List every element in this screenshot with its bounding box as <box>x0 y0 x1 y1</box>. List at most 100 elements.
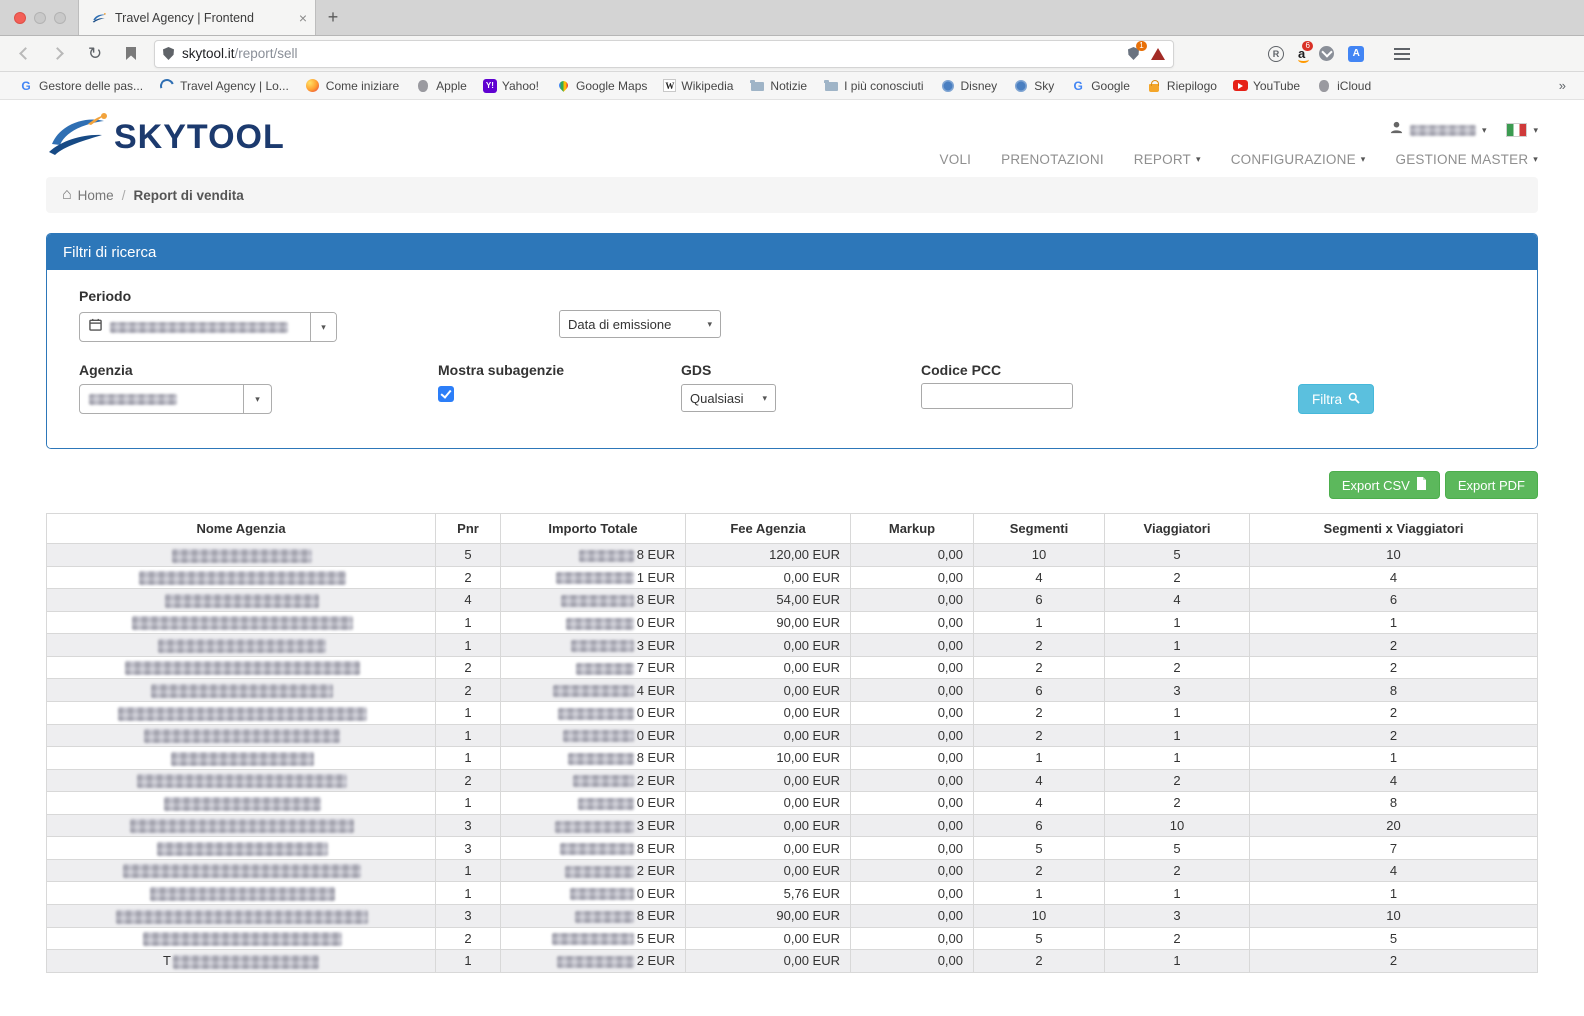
cell-segmenti-x-viaggiatori: 4 <box>1250 566 1538 589</box>
nav-item-report[interactable]: REPORT▾ <box>1134 152 1201 167</box>
codice-pcc-input[interactable] <box>921 383 1073 409</box>
shield-extension-button[interactable]: 1 <box>1128 47 1139 60</box>
redacted-importo <box>553 685 634 697</box>
redacted-agency-name <box>173 955 319 969</box>
nav-item-voli[interactable]: VOLI <box>940 152 972 167</box>
table-row: 2 4 EUR 0,00 EUR 0,00 6 3 8 <box>47 679 1538 702</box>
bookmark-sidebar-button[interactable] <box>118 41 144 67</box>
bookmark-item[interactable]: Gestore delle pas... <box>12 76 149 96</box>
bookmark-item[interactable]: Sky <box>1007 76 1060 96</box>
agenzia-input[interactable] <box>79 384 244 414</box>
export-csv-button[interactable]: Export CSV <box>1329 471 1440 499</box>
cell-importo-totale: 0 EUR <box>501 792 686 815</box>
redacted-importo <box>552 933 634 945</box>
bookmark-favicon-icon <box>749 78 765 94</box>
window-zoom-button[interactable] <box>54 12 66 24</box>
cell-viaggiatori: 2 <box>1105 656 1250 679</box>
cell-nome-agenzia <box>47 566 436 589</box>
nav-item-prenotazioni[interactable]: PRENOTAZIONI <box>1001 152 1104 167</box>
bookmark-item[interactable]: Disney <box>934 76 1004 96</box>
periodo-daterange-input[interactable]: ▾ <box>79 312 337 342</box>
cell-viaggiatori: 1 <box>1105 950 1250 973</box>
cell-viaggiatori: 1 <box>1105 882 1250 905</box>
url-text: skytool.it/report/sell <box>182 46 1120 61</box>
bookmark-item[interactable]: Travel Agency | Lo... <box>153 76 295 96</box>
logo-text: SKYTOOL <box>114 118 285 157</box>
navigation-toolbar: ↻ skytool.it/report/sell 1 R a 6 A <box>0 36 1584 72</box>
bookmark-item[interactable]: iCloud <box>1310 76 1377 96</box>
bookmark-favicon-icon <box>159 78 175 94</box>
cell-markup: 0,00 <box>851 950 974 973</box>
nav-item-configurazione[interactable]: CONFIGURAZIONE▾ <box>1231 152 1366 167</box>
mostra-subagenzie-checkbox[interactable] <box>438 386 454 402</box>
cell-fee-agenzia: 0,00 EUR <box>686 656 851 679</box>
breadcrumb-home-link[interactable]: ⌂ Home <box>62 187 114 203</box>
back-icon <box>19 47 32 60</box>
cell-segmenti-x-viaggiatori: 10 <box>1250 905 1538 928</box>
agenzia-dropdown-button[interactable]: ▾ <box>244 384 272 414</box>
cell-markup: 0,00 <box>851 544 974 567</box>
triangle-extension-icon[interactable] <box>1151 48 1165 60</box>
bookmark-item[interactable]: YouTube <box>1227 77 1306 95</box>
bookmark-item[interactable]: Google <box>1064 76 1136 96</box>
file-csv-icon <box>1416 477 1427 493</box>
skytool-logo[interactable]: SKYTOOL <box>46 112 285 163</box>
redacted-agency-name <box>143 932 342 946</box>
bookmark-item[interactable]: Apple <box>409 76 473 96</box>
cell-viaggiatori: 2 <box>1105 566 1250 589</box>
extension-icons: R a 6 A <box>1268 46 1410 62</box>
cell-pnr: 1 <box>436 792 501 815</box>
bookmark-item[interactable]: Yahoo! <box>477 77 545 95</box>
redacted-importo <box>568 753 634 765</box>
daterange-dropdown-button[interactable]: ▾ <box>310 313 336 341</box>
language-menu-caret-icon[interactable]: ▾ <box>1533 125 1538 136</box>
back-button[interactable] <box>10 41 36 67</box>
bookmark-item[interactable]: I più conosciuti <box>817 76 929 96</box>
tracking-protection-shield-icon[interactable] <box>163 47 174 60</box>
cell-viaggiatori: 5 <box>1105 544 1250 567</box>
redacted-agency-name <box>137 774 347 788</box>
tab-close-icon[interactable]: × <box>299 11 307 25</box>
window-close-button[interactable] <box>14 12 26 24</box>
cell-fee-agenzia: 0,00 EUR <box>686 724 851 747</box>
browser-tab[interactable]: Travel Agency | Frontend × <box>78 0 316 35</box>
cell-nome-agenzia <box>47 701 436 724</box>
bookmark-favicon-icon <box>823 78 839 94</box>
bookmark-item[interactable]: Wikipedia <box>657 77 739 95</box>
bookmarks-overflow-chevron[interactable]: » <box>1553 78 1572 93</box>
data-emissione-select[interactable]: Data di emissione ▾ <box>559 310 721 338</box>
bookmark-item[interactable]: Come iniziare <box>299 76 405 96</box>
table-row: 2 7 EUR 0,00 EUR 0,00 2 2 2 <box>47 656 1538 679</box>
user-row: ▾ ▾ <box>1389 120 1538 140</box>
breadcrumb-separator: / <box>122 188 126 203</box>
table-row: 3 8 EUR 0,00 EUR 0,00 5 5 7 <box>47 837 1538 860</box>
translate-extension-icon[interactable]: A <box>1348 46 1364 62</box>
bookmark-favicon-icon <box>555 78 571 94</box>
language-flag-italy-icon[interactable] <box>1506 123 1527 137</box>
cell-viaggiatori: 2 <box>1105 792 1250 815</box>
cell-segmenti: 10 <box>974 544 1105 567</box>
address-bar[interactable]: skytool.it/report/sell 1 <box>154 40 1174 68</box>
export-pdf-button[interactable]: Export PDF <box>1445 471 1538 499</box>
filtra-button[interactable]: Filtra <box>1298 384 1374 414</box>
r-extension-icon[interactable]: R <box>1268 46 1284 62</box>
bookmark-item[interactable]: Notizie <box>743 76 813 96</box>
window-minimize-button[interactable] <box>34 12 46 24</box>
menu-hamburger-icon[interactable] <box>1394 48 1410 60</box>
cell-nome-agenzia <box>47 837 436 860</box>
cell-segmenti: 1 <box>974 882 1105 905</box>
forward-button[interactable] <box>46 41 72 67</box>
user-menu-caret-icon[interactable]: ▾ <box>1482 125 1487 136</box>
table-row: 1 2 EUR 0,00 EUR 0,00 2 2 4 <box>47 859 1538 882</box>
pocket-extension-icon[interactable] <box>1319 46 1334 61</box>
amazon-extension-button[interactable]: a 6 <box>1298 47 1305 60</box>
cell-segmenti-x-viaggiatori: 4 <box>1250 859 1538 882</box>
bookmark-item[interactable]: Google Maps <box>549 76 653 96</box>
cell-viaggiatori: 2 <box>1105 859 1250 882</box>
table-row: 2 1 EUR 0,00 EUR 0,00 4 2 4 <box>47 566 1538 589</box>
new-tab-button[interactable]: + <box>316 0 350 35</box>
bookmark-item[interactable]: Riepilogo <box>1140 76 1223 96</box>
gds-select[interactable]: Qualsiasi ▾ <box>681 384 776 412</box>
nav-item-gestione-master[interactable]: GESTIONE MASTER▾ <box>1396 152 1539 167</box>
reload-button[interactable]: ↻ <box>82 41 108 67</box>
